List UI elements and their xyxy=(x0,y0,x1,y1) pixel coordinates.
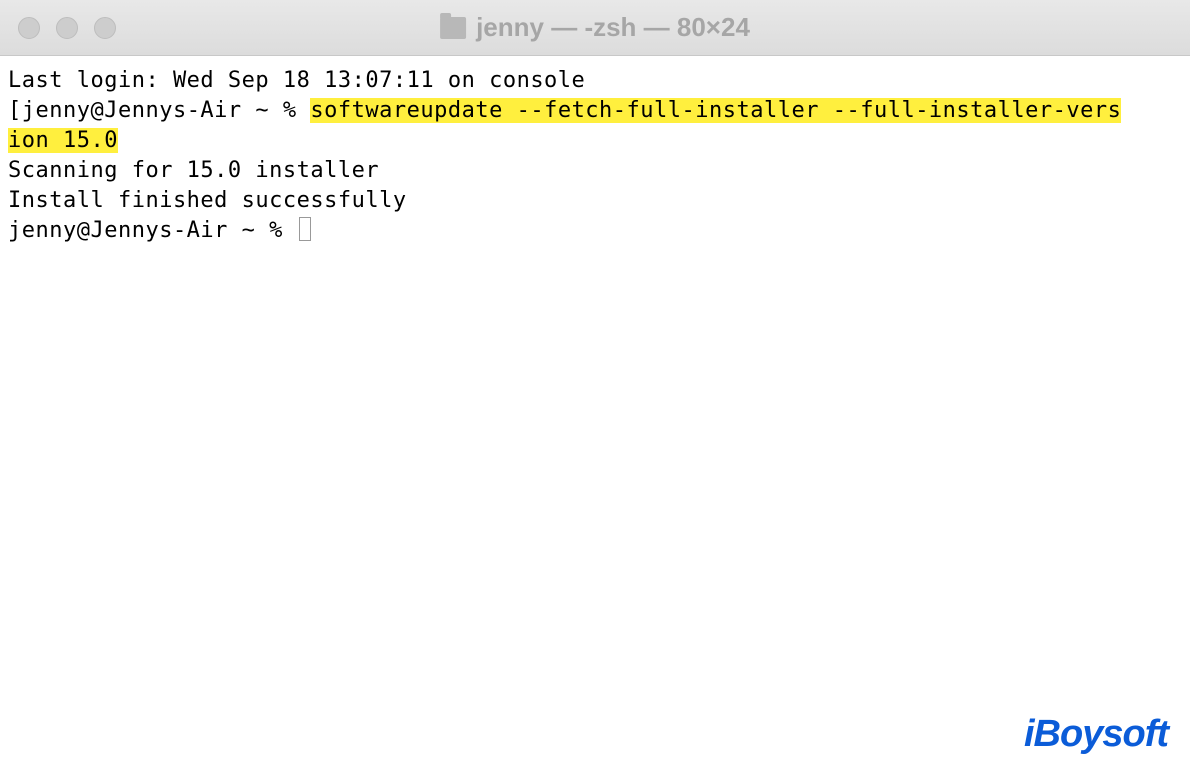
cursor xyxy=(299,217,311,241)
watermark-text: iBoysoft xyxy=(1024,713,1168,755)
command-highlight-part1: softwareupdate --fetch-full-installer --… xyxy=(310,98,1121,123)
folder-icon xyxy=(440,17,466,39)
window-titlebar: jenny — -zsh — 80×24 xyxy=(0,0,1190,56)
output-line-1: Scanning for 15.0 installer xyxy=(8,156,1182,186)
watermark-logo: iBoysoft xyxy=(1024,713,1168,756)
prompt-1: jenny@Jennys-Air ~ % xyxy=(22,98,311,123)
last-login-line: Last login: Wed Sep 18 13:07:11 on conso… xyxy=(8,66,1182,96)
terminal-content[interactable]: Last login: Wed Sep 18 13:07:11 on conso… xyxy=(0,56,1190,256)
zoom-button[interactable] xyxy=(94,17,116,39)
command-highlight-part2: ion 15.0 xyxy=(8,128,118,153)
output-line-2: Install finished successfully xyxy=(8,186,1182,216)
minimize-button[interactable] xyxy=(56,17,78,39)
window-title: jenny — -zsh — 80×24 xyxy=(440,12,750,43)
prompt-bracket: [ xyxy=(8,98,22,123)
window-title-text: jenny — -zsh — 80×24 xyxy=(476,12,750,43)
prompt-2: jenny@Jennys-Air ~ % xyxy=(8,218,297,243)
close-button[interactable] xyxy=(18,17,40,39)
traffic-lights xyxy=(18,17,116,39)
